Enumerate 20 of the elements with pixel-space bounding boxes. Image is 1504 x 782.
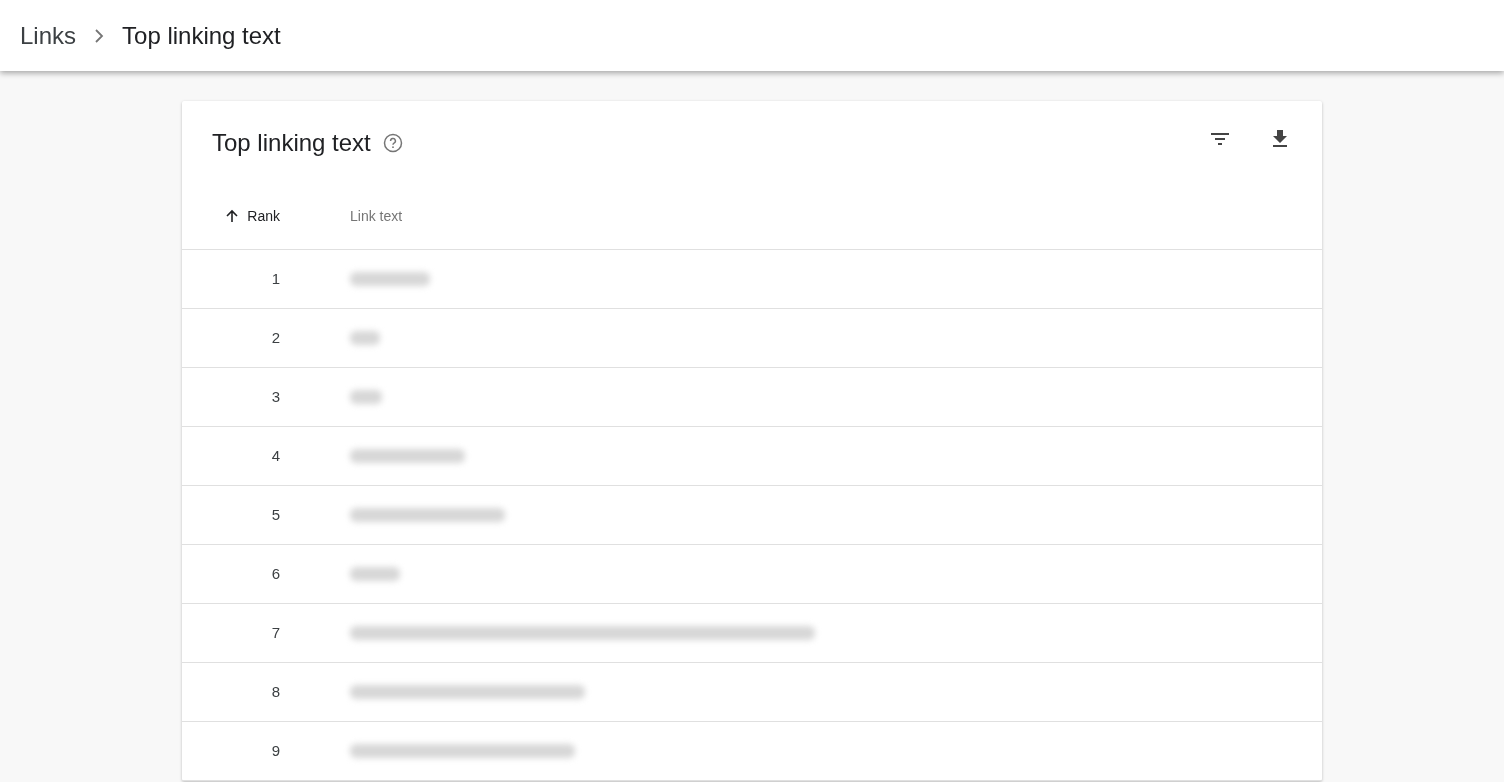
chevron-right-icon xyxy=(94,28,105,43)
blurred-text xyxy=(350,567,400,581)
rank-cell-text: 3 xyxy=(270,386,280,407)
column-header[interactable]: Link text xyxy=(350,205,403,227)
blurred-text xyxy=(350,390,382,404)
arrow-up-icon xyxy=(225,209,240,223)
rank-cell-text: 4 xyxy=(270,445,280,466)
help-icon[interactable] xyxy=(382,133,403,153)
rank-cell-text: 7 xyxy=(270,622,280,643)
rank-cell-text: 5 xyxy=(270,504,280,525)
breadcrumb-current: Top linking text xyxy=(122,20,281,51)
rank-cell-text: 6 xyxy=(270,563,280,584)
rank-cell-text: 1 xyxy=(270,268,280,289)
card-title: Top linking text xyxy=(212,128,371,158)
breadcrumb-link[interactable]: Links xyxy=(20,17,77,54)
rank-cell-text: 8 xyxy=(270,681,280,702)
rank-cell-text: 9 xyxy=(270,740,280,761)
column-header[interactable]: Rank xyxy=(182,205,350,227)
rank-cell-text: 2 xyxy=(270,327,280,348)
blurred-text xyxy=(350,331,380,345)
